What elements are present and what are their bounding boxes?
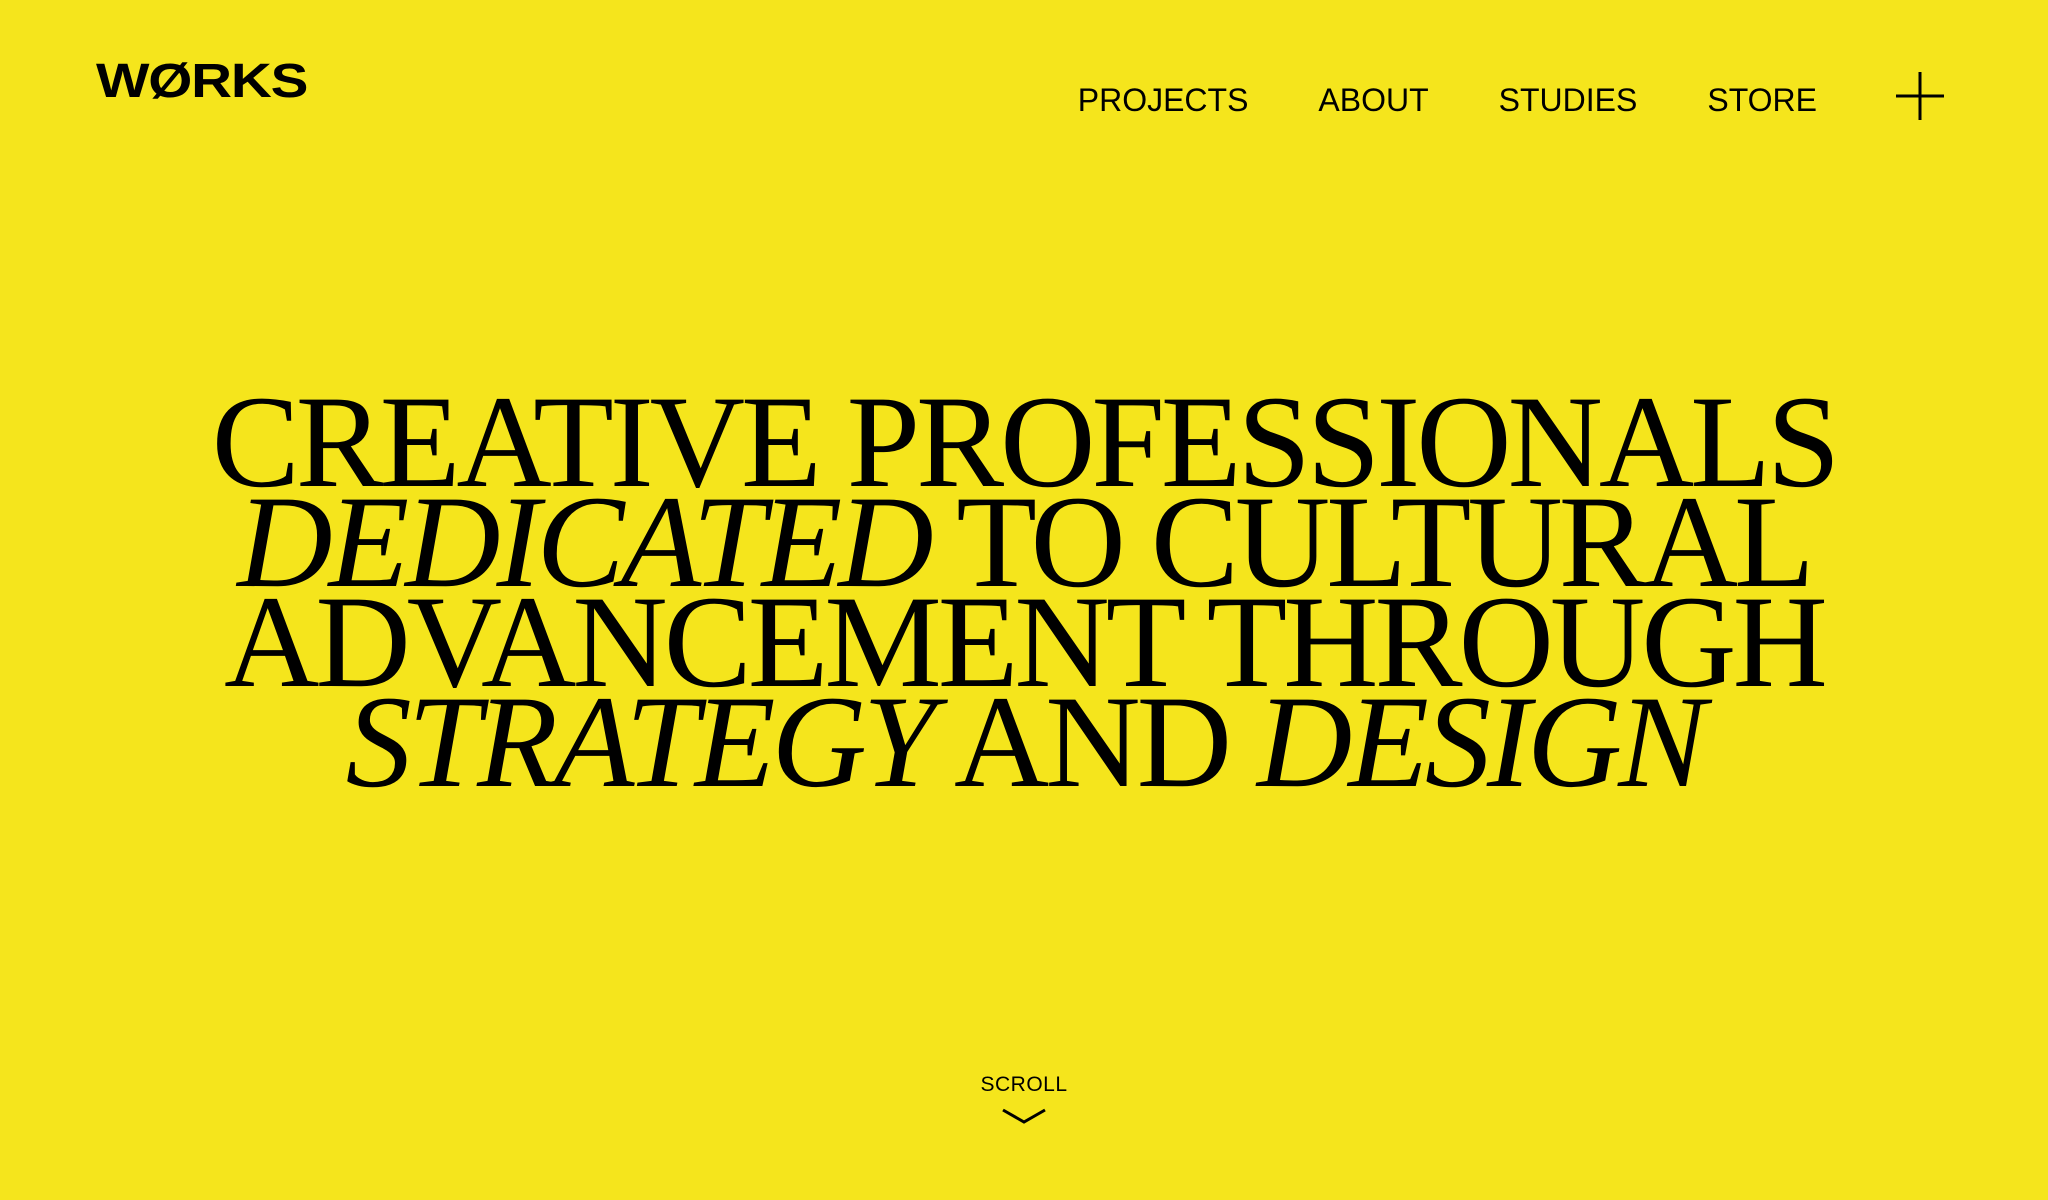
plus-icon xyxy=(1896,72,1944,120)
nav-item-projects[interactable]: PROJECTS xyxy=(1078,84,1249,116)
menu-button[interactable] xyxy=(1896,72,1944,120)
nav-item-store[interactable]: STORE xyxy=(1707,84,1817,116)
scroll-indicator[interactable]: SCROLL xyxy=(0,1074,2048,1125)
chevron-down-icon xyxy=(1002,1108,1046,1124)
hero-word-and: AND xyxy=(932,668,1257,815)
hero-word-design: DESIGN xyxy=(1256,668,1706,815)
page: WØRKS PROJECTS ABOUT STUDIES STORE CREAT… xyxy=(0,0,2048,1200)
logo[interactable]: WØRKS xyxy=(96,58,308,106)
hero-headline: CREATIVE PROFESSIONALS DEDICATED TO CULT… xyxy=(0,376,2048,808)
scroll-label: SCROLL xyxy=(980,1073,1068,1096)
nav-item-about[interactable]: ABOUT xyxy=(1318,84,1428,116)
nav-item-studies[interactable]: STUDIES xyxy=(1499,84,1638,116)
hero-word-strategy: STRATEGY xyxy=(345,668,937,815)
main-nav: PROJECTS ABOUT STUDIES STORE xyxy=(1078,84,1817,116)
